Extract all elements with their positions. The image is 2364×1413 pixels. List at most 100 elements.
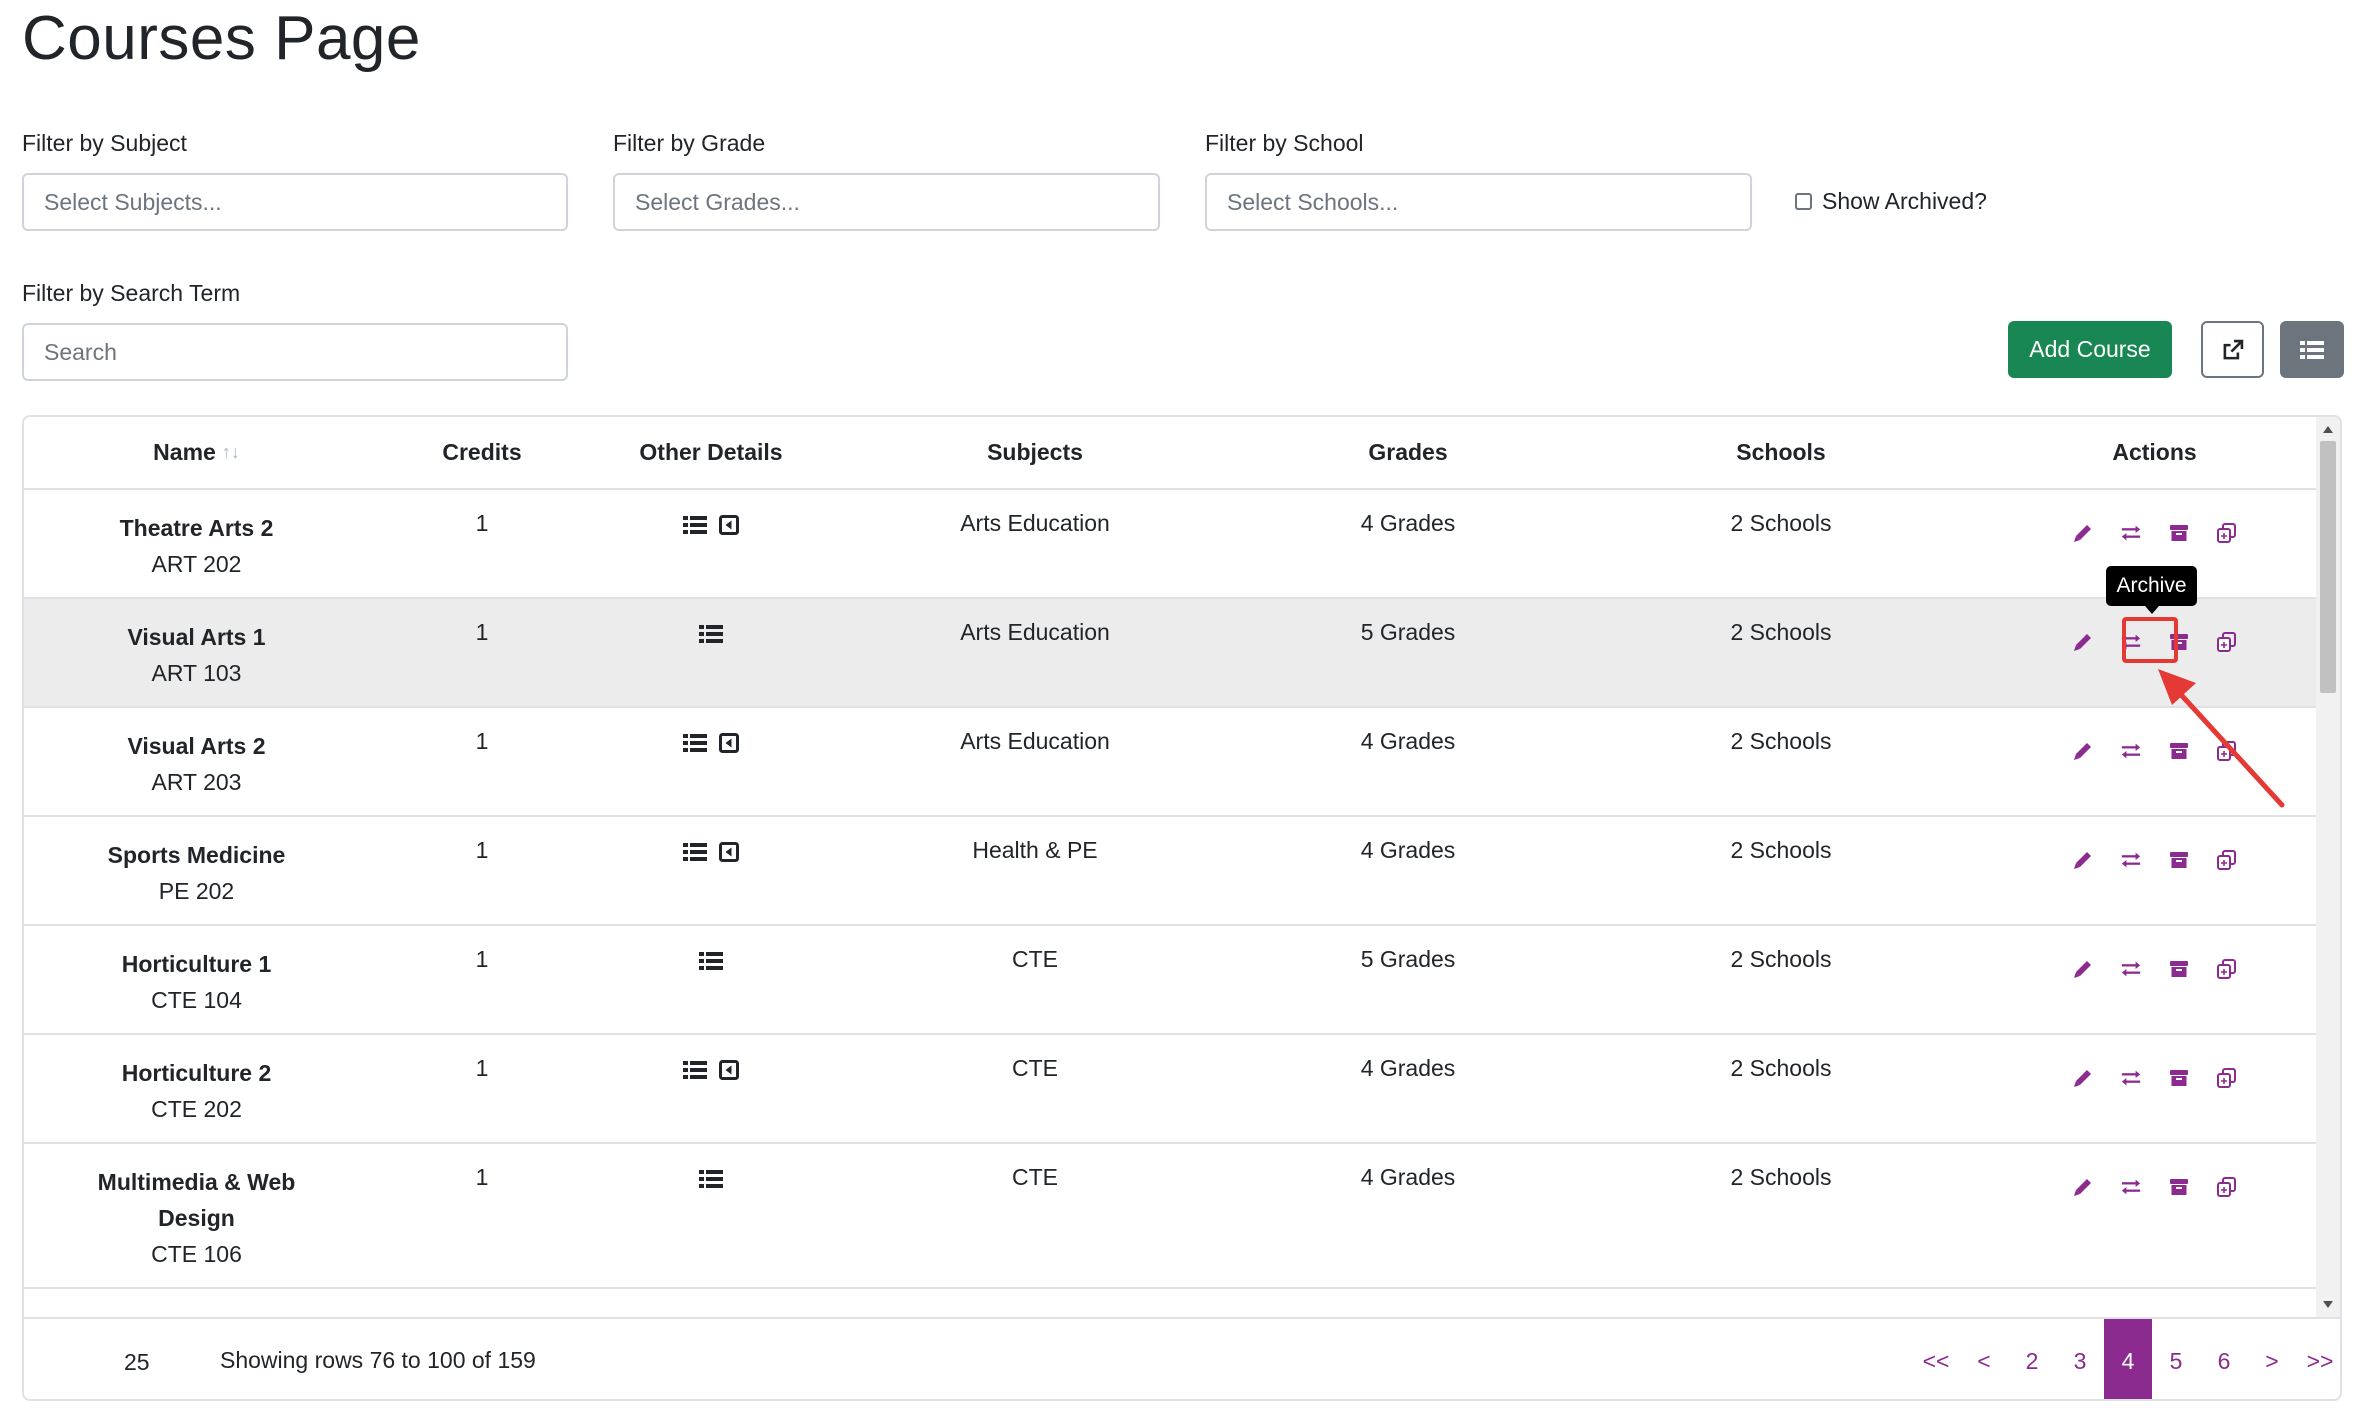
table-row: Theatre Arts 2 ART 202 1 Arts Education 4 Gr…	[24, 490, 2320, 599]
archive-tooltip: Archive	[2106, 566, 2197, 614]
course-name[interactable]: Multimedia & Web Design	[82, 1164, 312, 1236]
table-body-scroll[interactable]: Name ↑↓ Credits Other Details Subjects G…	[24, 417, 2320, 1317]
pencil-icon[interactable]	[2072, 522, 2094, 544]
subjects-cell: Arts Education	[960, 619, 1110, 645]
schools-cell[interactable]: 2 Schools	[1573, 490, 1989, 537]
list-icon[interactable]	[683, 1059, 707, 1086]
archive-icon[interactable]	[2168, 958, 2190, 980]
pencil-icon[interactable]	[2072, 1067, 2094, 1089]
copy-icon[interactable]	[2216, 522, 2238, 544]
copy-icon[interactable]	[2216, 631, 2238, 653]
page-link[interactable]: >>	[2296, 1319, 2340, 1399]
caret-left-square-icon[interactable]	[719, 732, 739, 759]
course-name[interactable]: Visual Arts 2	[127, 728, 265, 764]
col-header-schools: Schools	[1736, 439, 1826, 465]
actions-cell	[1989, 926, 2320, 980]
course-code: PE 202	[158, 878, 235, 904]
sort-icon[interactable]: ↑↓	[222, 442, 240, 463]
page-link[interactable]: >	[2248, 1319, 2296, 1399]
other-details-cell	[595, 1144, 827, 1195]
subjects-cell: CTE	[1012, 946, 1058, 972]
scrollbar-thumb[interactable]	[2320, 441, 2336, 693]
pencil-icon[interactable]	[2072, 1176, 2094, 1198]
page-link[interactable]: 4	[2104, 1319, 2152, 1399]
archive-icon[interactable]	[2168, 849, 2190, 871]
pencil-icon[interactable]	[2072, 958, 2094, 980]
transfer-icon[interactable]	[2120, 958, 2142, 980]
schools-cell[interactable]: 2 Schools	[1573, 599, 1989, 646]
schools-cell[interactable]: 2 Schools	[1573, 708, 1989, 755]
transfer-icon[interactable]	[2120, 522, 2142, 544]
transfer-icon[interactable]	[2120, 1176, 2142, 1198]
grades-cell[interactable]: 4 Grades	[1243, 708, 1573, 755]
columns-button[interactable]	[2280, 321, 2344, 378]
credits-cell: 1	[475, 1055, 489, 1081]
page-link[interactable]: 5	[2152, 1319, 2200, 1399]
list-icon[interactable]	[683, 514, 707, 541]
col-header-other-details: Other Details	[639, 439, 783, 465]
pencil-icon[interactable]	[2072, 631, 2094, 653]
page-size-value[interactable]: 25	[124, 1349, 150, 1376]
subjects-cell: Arts Education	[960, 728, 1110, 754]
list-icon[interactable]	[699, 1168, 723, 1195]
page-link[interactable]: <<	[1912, 1319, 1960, 1399]
archive-icon[interactable]	[2168, 1067, 2190, 1089]
course-name[interactable]: Horticulture 1	[122, 946, 272, 982]
page-link[interactable]: <	[1960, 1319, 2008, 1399]
course-name[interactable]: Sports Medicine	[108, 837, 286, 873]
caret-left-square-icon[interactable]	[719, 514, 739, 541]
page-link[interactable]: 6	[2200, 1319, 2248, 1399]
school-select[interactable]: Select Schools...	[1205, 173, 1752, 231]
caret-left-square-icon[interactable]	[719, 1059, 739, 1086]
table-row: Horticulture 1 CTE 104 1 CTE 5 Grades 2 Schoo…	[24, 926, 2320, 1035]
transfer-icon[interactable]	[2120, 740, 2142, 762]
transfer-icon[interactable]	[2120, 1067, 2142, 1089]
grades-cell[interactable]: 4 Grades	[1243, 1035, 1573, 1082]
course-code: CTE 202	[151, 1096, 242, 1122]
course-name[interactable]: Visual Arts 1	[127, 619, 265, 655]
external-link-icon	[2223, 339, 2243, 359]
export-button[interactable]	[2201, 321, 2264, 378]
table-footer: 25 Showing rows 76 to 100 of 159 << <2 3 4 5…	[24, 1317, 2340, 1399]
caret-left-square-icon[interactable]	[719, 841, 739, 868]
schools-cell[interactable]: 2 Schools	[1573, 1035, 1989, 1082]
copy-icon[interactable]	[2216, 1176, 2238, 1198]
copy-icon[interactable]	[2216, 958, 2238, 980]
page-link[interactable]: 2	[2008, 1319, 2056, 1399]
scroll-down-icon[interactable]	[2323, 1301, 2333, 1308]
grades-cell[interactable]: 5 Grades	[1243, 926, 1573, 973]
page-link[interactable]: 3	[2056, 1319, 2104, 1399]
grades-cell[interactable]: 4 Grades	[1243, 490, 1573, 537]
grades-cell[interactable]: 4 Grades	[1243, 1144, 1573, 1191]
list-icon[interactable]	[683, 732, 707, 759]
col-header-grades: Grades	[1368, 439, 1448, 465]
transfer-icon[interactable]	[2120, 849, 2142, 871]
show-archived-checkbox[interactable]	[1795, 193, 1812, 210]
copy-icon[interactable]	[2216, 849, 2238, 871]
grades-cell[interactable]: 5 Grades	[1243, 599, 1573, 646]
copy-icon[interactable]	[2216, 1067, 2238, 1089]
list-icon[interactable]	[699, 950, 723, 977]
archive-icon[interactable]	[2168, 522, 2190, 544]
schools-cell[interactable]: 2 Schools	[1573, 817, 1989, 864]
course-name[interactable]: Horticulture 2	[122, 1055, 272, 1091]
list-icon[interactable]	[683, 841, 707, 868]
pencil-icon[interactable]	[2072, 849, 2094, 871]
add-course-button[interactable]: Add Course	[2008, 321, 2172, 378]
table-scrollbar[interactable]	[2316, 417, 2340, 1317]
schools-cell[interactable]: 2 Schools	[1573, 926, 1989, 973]
grade-select[interactable]: Select Grades...	[613, 173, 1160, 231]
schools-cell[interactable]: 2 Schools	[1573, 1144, 1989, 1191]
course-name[interactable]: Theatre Arts 2	[120, 510, 274, 546]
grades-cell[interactable]: 4 Grades	[1243, 817, 1573, 864]
show-archived-toggle[interactable]: Show Archived?	[1795, 188, 1987, 215]
col-header-name[interactable]: Name ↑↓	[24, 439, 369, 466]
scroll-up-icon[interactable]	[2323, 426, 2333, 433]
search-input[interactable]: Search	[22, 323, 568, 381]
pencil-icon[interactable]	[2072, 740, 2094, 762]
list-icon[interactable]	[699, 623, 723, 650]
col-header-name-label: Name	[153, 439, 216, 465]
table-row: Multimedia & Web Design CTE 106 1 CTE 4 Grad…	[24, 1144, 2320, 1289]
archive-icon[interactable]	[2168, 1176, 2190, 1198]
subject-select[interactable]: Select Subjects...	[22, 173, 568, 231]
